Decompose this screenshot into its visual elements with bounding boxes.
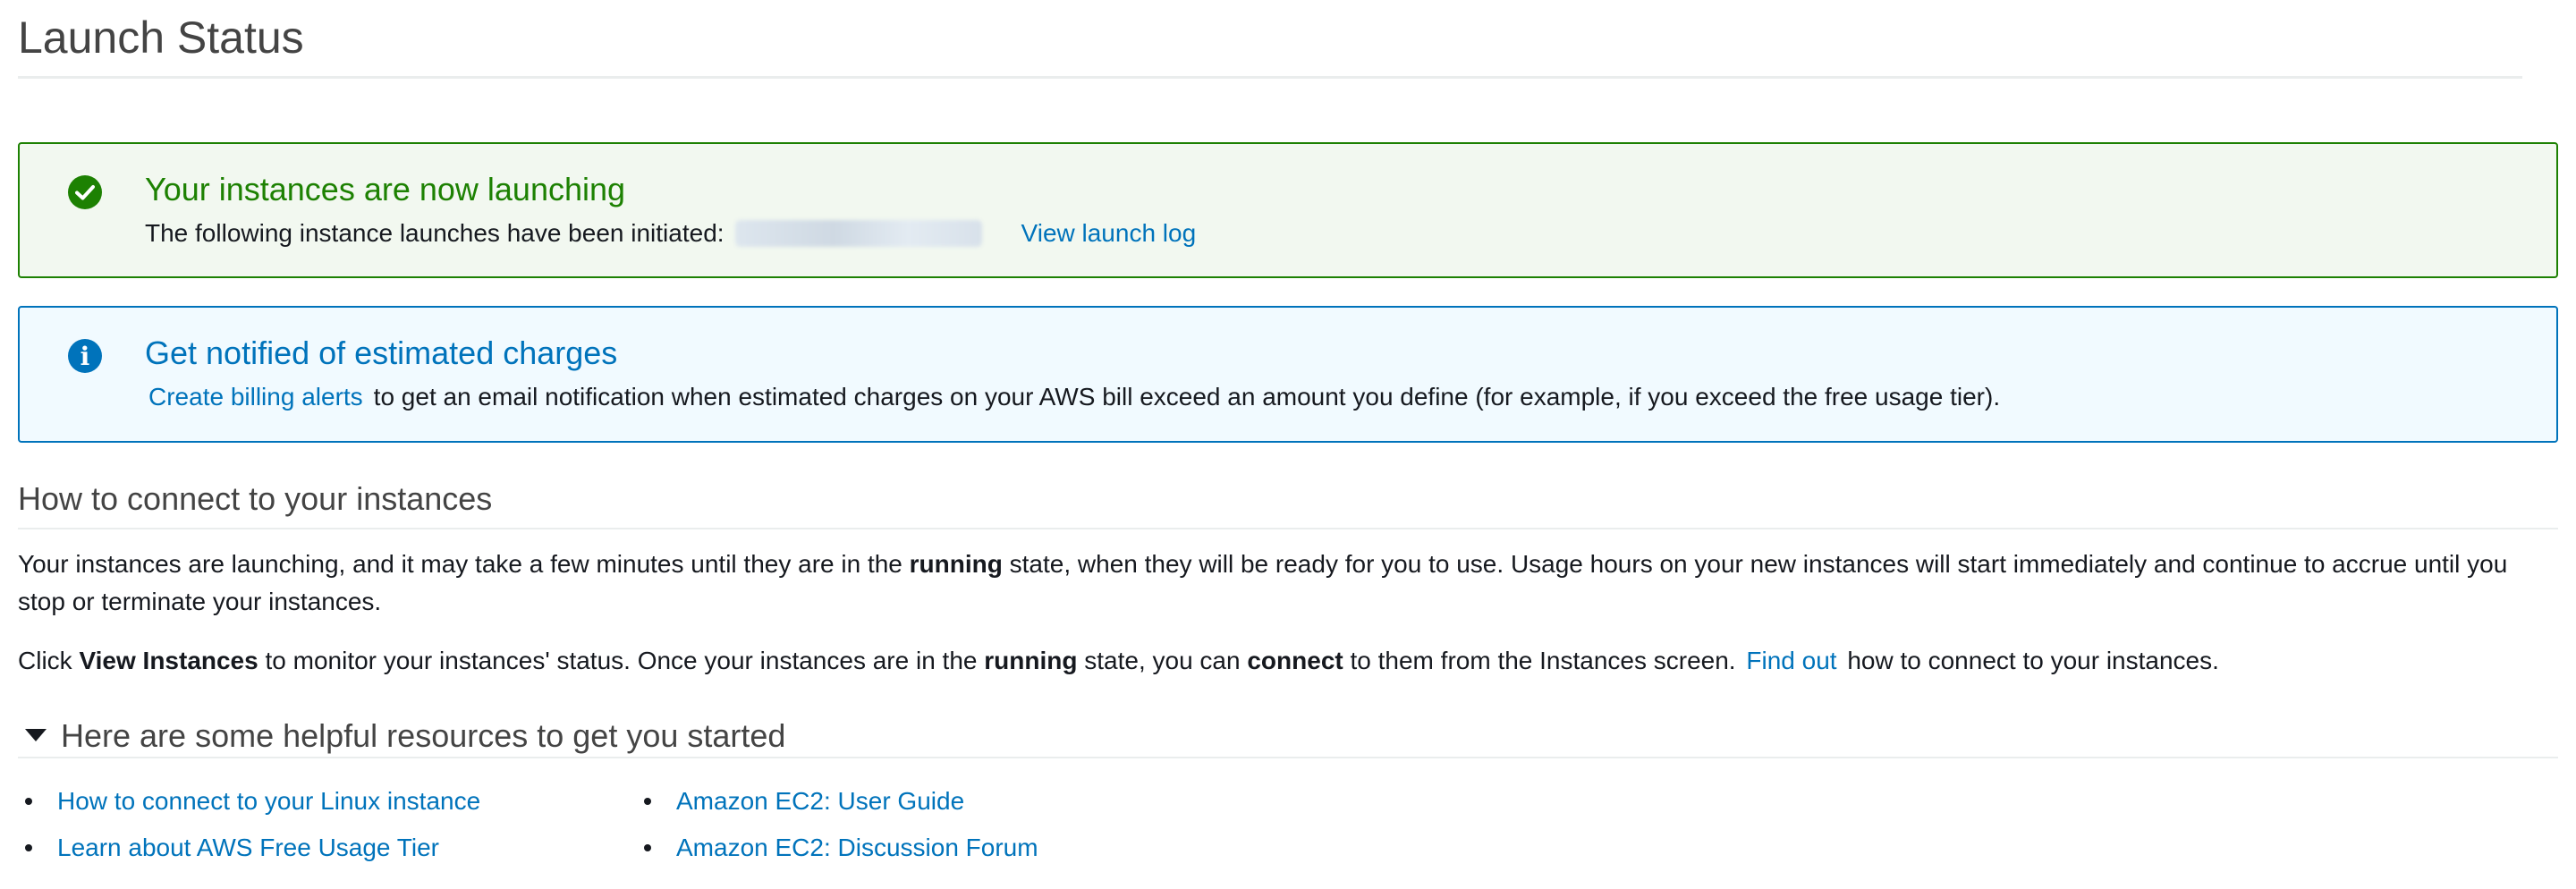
resources-section-heading[interactable]: Here are some helpful resources to get y… xyxy=(25,715,785,757)
list-item: Amazon EC2: User Guide xyxy=(637,778,1038,825)
connect-paragraph-1: Your instances are launching, and it may… xyxy=(18,546,2558,621)
bullet-icon xyxy=(644,798,651,805)
para2-text-2: to monitor your instances' status. Once … xyxy=(265,647,978,674)
para2-text-5: how to connect to your instances. xyxy=(1847,647,2219,674)
resources-section-divider xyxy=(18,757,2558,758)
ec2-user-guide-link[interactable]: Amazon EC2: User Guide xyxy=(676,787,964,815)
title-divider xyxy=(18,76,2522,79)
bullet-icon xyxy=(25,844,32,851)
caret-down-icon[interactable] xyxy=(25,729,47,742)
resources-heading-text: Here are some helpful resources to get y… xyxy=(61,717,786,754)
view-launch-log-link[interactable]: View launch log xyxy=(1021,216,1197,251)
connect-paragraph-2: Click View Instances to monitor your ins… xyxy=(18,642,2558,680)
bullet-icon xyxy=(644,844,651,851)
free-usage-tier-link[interactable]: Learn about AWS Free Usage Tier xyxy=(57,834,439,861)
para2-text-4: to them from the Instances screen. xyxy=(1350,647,1736,674)
connect-section-divider xyxy=(18,528,2558,529)
bullet-icon xyxy=(25,798,32,805)
para2-bold-view-instances: View Instances xyxy=(79,647,258,674)
para2-text-1: Click xyxy=(18,647,72,674)
page-title: Launch Status xyxy=(18,13,304,63)
launch-initiated-text: The following instance launches have bee… xyxy=(145,219,724,247)
list-item: Amazon EC2: Discussion Forum xyxy=(637,825,1038,871)
para2-bold-running: running xyxy=(984,647,1078,674)
list-item: Learn about AWS Free Usage Tier xyxy=(18,825,480,871)
launch-success-heading: Your instances are now launching xyxy=(145,171,626,207)
launch-success-body: The following instance launches have bee… xyxy=(145,216,1196,251)
check-circle-icon xyxy=(68,175,102,209)
redacted-instance-id xyxy=(734,220,982,247)
para1-bold-running: running xyxy=(909,550,1003,578)
linux-connect-link[interactable]: How to connect to your Linux instance xyxy=(57,787,480,815)
billing-info-heading: Get notified of estimated charges xyxy=(145,334,618,371)
list-item: How to connect to your Linux instance xyxy=(18,778,480,825)
info-icon: i xyxy=(68,339,102,373)
para2-text-3: state, you can xyxy=(1084,647,1241,674)
resources-list-left: How to connect to your Linux instance Le… xyxy=(18,778,480,871)
launch-success-alert: Your instances are now launching The fol… xyxy=(18,142,2558,278)
resources-list-right: Amazon EC2: User Guide Amazon EC2: Discu… xyxy=(637,778,1038,871)
find-out-link[interactable]: Find out xyxy=(1746,647,1836,674)
billing-info-alert: i Get notified of estimated charges Crea… xyxy=(18,306,2558,443)
billing-info-body: Create billing alerts to get an email no… xyxy=(148,379,2000,415)
create-billing-alerts-link[interactable]: Create billing alerts xyxy=(148,379,363,415)
connect-section-heading: How to connect to your instances xyxy=(18,480,493,517)
billing-info-text: to get an email notification when estima… xyxy=(373,383,2001,411)
ec2-discussion-forum-link[interactable]: Amazon EC2: Discussion Forum xyxy=(676,834,1038,861)
para2-bold-connect: connect xyxy=(1247,647,1343,674)
para1-text-1: Your instances are launching, and it may… xyxy=(18,550,902,578)
